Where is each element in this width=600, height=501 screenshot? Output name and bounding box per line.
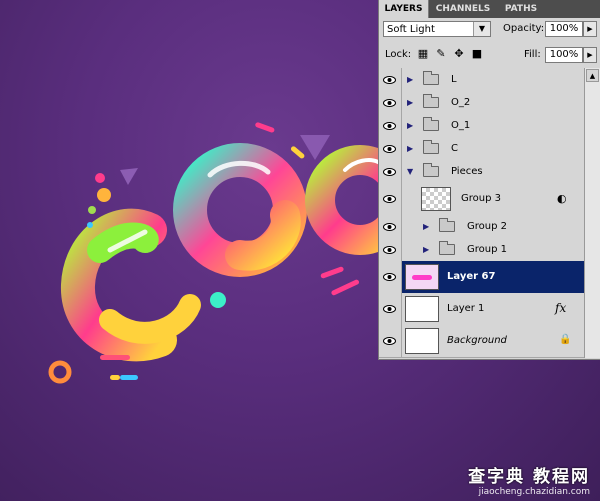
panel-tabs: LAYERS CHANNELS PATHS	[379, 0, 600, 18]
layer-row[interactable]: ▶ O_2	[379, 91, 584, 115]
watermark-sub: jiaocheng.chazidian.com	[478, 487, 590, 497]
folder-icon	[423, 163, 439, 177]
layer-thumbnail	[421, 187, 451, 211]
layer-thumbnail	[405, 264, 439, 290]
expand-arrow-icon[interactable]: ▶	[407, 145, 415, 153]
folder-icon	[423, 94, 439, 108]
eye-icon[interactable]	[379, 160, 402, 183]
fill-input[interactable]: 100%	[545, 47, 583, 63]
layer-name: O_1	[451, 120, 471, 131]
tab-layers[interactable]: LAYERS	[379, 0, 429, 18]
watermark-main: 查字典 教程网	[468, 467, 590, 487]
layer-name: Background	[447, 335, 507, 346]
expand-arrow-icon[interactable]: ▶	[423, 246, 431, 254]
tab-channels[interactable]: CHANNELS	[429, 0, 497, 18]
eye-icon[interactable]	[379, 293, 402, 325]
layer-row[interactable]: ▶ Group 1	[379, 238, 584, 262]
blend-row: Soft Light ▼ Opacity: 100% ▶	[383, 21, 597, 41]
tab-paths[interactable]: PATHS	[498, 0, 544, 18]
layer-name: O_2	[451, 97, 471, 108]
folder-icon	[423, 117, 439, 131]
eye-icon[interactable]	[379, 215, 402, 238]
fx-icon[interactable]: fx	[555, 301, 566, 315]
layer-name: Group 3	[461, 193, 501, 204]
eye-icon[interactable]	[379, 325, 402, 357]
expand-arrow-icon[interactable]: ▶	[407, 76, 415, 84]
layers-panel: LAYERS CHANNELS PATHS Soft Light ▼ Opaci…	[378, 0, 600, 360]
layer-name: Group 1	[467, 244, 507, 255]
layer-row[interactable]: Layer 1 fx	[379, 293, 584, 326]
layer-row[interactable]: ▼ Pieces	[379, 160, 584, 184]
layer-name: Pieces	[451, 166, 483, 177]
blend-mode-value: Soft Light	[387, 24, 435, 35]
layer-name: Group 2	[467, 221, 507, 232]
scroll-up-icon[interactable]: ▲	[586, 69, 599, 82]
layer-name: L	[451, 74, 457, 85]
layer-row[interactable]: Group 3 ◐	[379, 183, 584, 216]
eye-icon[interactable]	[379, 114, 402, 137]
lock-label: Lock:	[385, 49, 412, 60]
blend-mode-select[interactable]: Soft Light ▼	[383, 21, 491, 37]
opacity-label: Opacity:	[503, 23, 545, 34]
layer-row[interactable]: Background 🔒	[379, 325, 584, 358]
eye-icon[interactable]	[379, 183, 402, 215]
layers-scrollbar[interactable]: ▲	[584, 68, 600, 358]
expand-arrow-icon[interactable]: ▶	[423, 223, 431, 231]
lock-row: Lock: ▦ ✎ ✥ ■ Fill: 100% ▶	[383, 47, 597, 67]
folder-icon	[423, 71, 439, 85]
opacity-arrow-icon[interactable]: ▶	[583, 21, 597, 37]
folder-icon	[439, 241, 455, 255]
layer-thumbnail	[405, 328, 439, 354]
layer-name: Layer 67	[447, 271, 496, 282]
layer-row-selected[interactable]: Layer 67	[379, 261, 584, 294]
layer-row[interactable]: ▶ O_1	[379, 114, 584, 138]
watermark: 查字典 教程网 jiaocheng.chazidian.com	[468, 462, 590, 497]
smart-object-icon: ◐	[557, 192, 567, 205]
layer-row[interactable]: ▶ C	[379, 137, 584, 161]
layer-name: Layer 1	[447, 303, 485, 314]
fill-label: Fill:	[524, 49, 541, 60]
opacity-input[interactable]: 100%	[545, 21, 583, 37]
chevron-down-icon: ▼	[473, 22, 490, 36]
collapse-arrow-icon[interactable]: ▼	[407, 168, 415, 176]
eye-icon[interactable]	[379, 261, 402, 293]
folder-icon	[423, 140, 439, 154]
artwork	[48, 122, 378, 384]
folder-icon	[439, 218, 455, 232]
lock-image-icon[interactable]: ✎	[435, 48, 447, 60]
layer-thumbnail	[405, 296, 439, 322]
expand-arrow-icon[interactable]: ▶	[407, 122, 415, 130]
fill-arrow-icon[interactable]: ▶	[583, 47, 597, 63]
lock-position-icon[interactable]: ✥	[453, 48, 465, 60]
layer-name: C	[451, 143, 458, 154]
lock-all-icon[interactable]: ■	[471, 48, 483, 60]
layers-list: ▶ L ▶ O_2 ▶ O_1 ▶ C ▼ Pieces Group 3 ◐ ▶…	[379, 68, 584, 358]
eye-icon[interactable]	[379, 238, 402, 261]
layer-row[interactable]: ▶ L	[379, 68, 584, 92]
eye-icon[interactable]	[379, 91, 402, 114]
expand-arrow-icon[interactable]: ▶	[407, 99, 415, 107]
lock-transparency-icon[interactable]: ▦	[417, 48, 429, 60]
eye-icon[interactable]	[379, 68, 402, 91]
eye-icon[interactable]	[379, 137, 402, 160]
lock-icon: 🔒	[559, 334, 572, 345]
layer-row[interactable]: ▶ Group 2	[379, 215, 584, 239]
